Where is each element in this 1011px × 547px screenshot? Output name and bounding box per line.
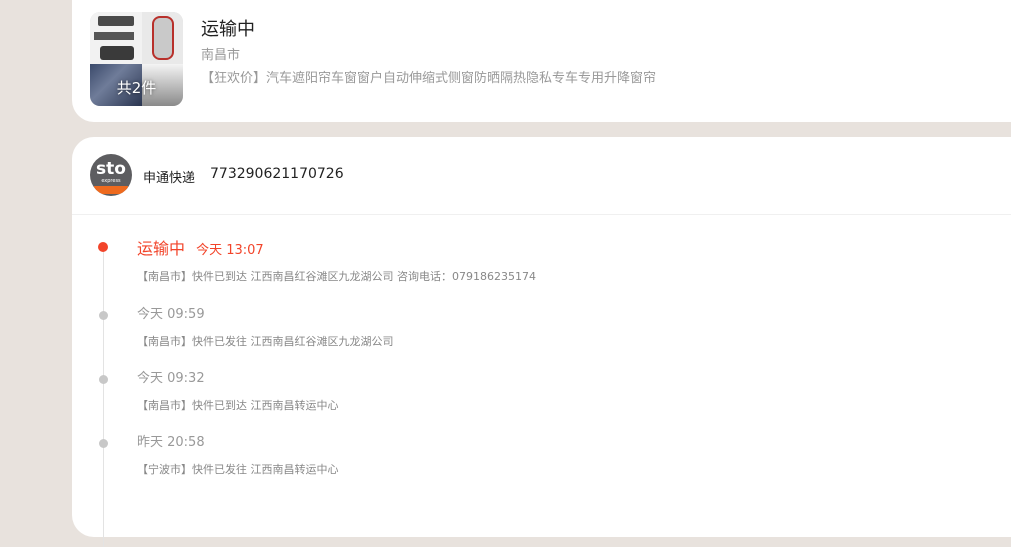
tracking-number[interactable]: 773290621170726 (210, 166, 344, 182)
timeline-dot (99, 439, 108, 448)
carrier-name: 申通快递 (143, 171, 196, 186)
product-title[interactable]: 【狂欢价】汽车遮阳帘车窗窗户自动伸缩式侧窗防晒隔热隐私专车专用升降窗帘 (201, 67, 656, 86)
divider (72, 214, 1011, 215)
order-city: 南昌市 (201, 48, 241, 63)
order-status: 运输中 (201, 19, 255, 40)
timeline-dot (98, 242, 108, 252)
event-description: 【南昌市】快件已发往 江西南昌红谷滩区九龙湖公司 (137, 335, 394, 348)
event-description: 【宁波市】快件已发往 江西南昌转运中心 (137, 463, 339, 476)
product-image-1 (90, 12, 142, 64)
timeline-dot (99, 311, 108, 320)
logo-text: sto (96, 159, 126, 179)
product-image-2 (142, 12, 183, 64)
event-description: 【南昌市】快件已到达 江西南昌红谷滩区九龙湖公司 咨询电话：0791862351… (137, 270, 536, 283)
logo-subtext: express (101, 178, 121, 184)
product-thumbnail[interactable]: 共2件 (90, 12, 183, 106)
event-time: 今天 09:32 (137, 371, 205, 386)
item-count: 共2件 (116, 79, 157, 97)
tracking-card: sto express 申通快递 773290621170726 运输中 今天 … (72, 137, 1011, 547)
timeline-line (103, 247, 104, 547)
event-description: 【南昌市】快件已到达 江西南昌转运中心 (137, 399, 339, 412)
event-status: 运输中 (137, 239, 186, 258)
sto-logo: sto express (90, 154, 132, 196)
order-card[interactable]: 共2件 运输中 南昌市 【狂欢价】汽车遮阳帘车窗窗户自动伸缩式侧窗防晒隔热隐私专… (72, 0, 1011, 122)
event-time: 今天 09:59 (137, 307, 205, 322)
event-time: 今天 13:07 (196, 243, 264, 258)
timeline-dot (99, 375, 108, 384)
event-time: 昨天 20:58 (137, 435, 205, 450)
